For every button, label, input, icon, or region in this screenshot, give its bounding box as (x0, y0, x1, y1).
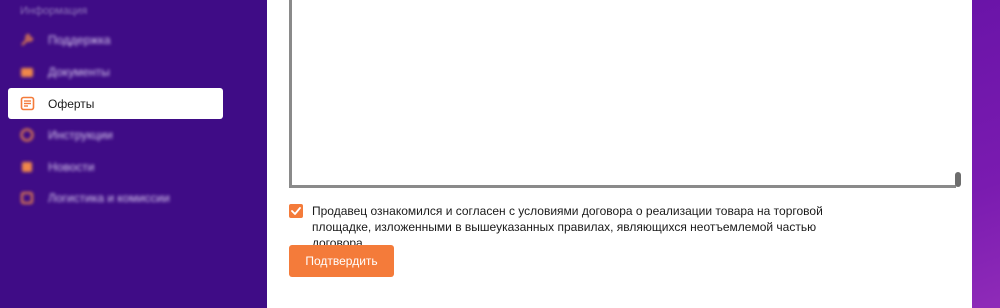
document-icon (19, 96, 35, 112)
sidebar-item-label: Документы (48, 64, 110, 79)
sidebar-item-label: Новости (48, 159, 95, 174)
background-gradient-strip (972, 0, 1000, 308)
sidebar-item-label: Оферты (48, 96, 95, 111)
folder-icon (19, 64, 35, 80)
offer-text-area[interactable] (289, 0, 956, 188)
sidebar-item-support[interactable]: Поддержка (8, 24, 223, 55)
sidebar-item-label: Логистика и комиссии (48, 190, 170, 205)
sidebar: Информация Поддержка Документы Оферты Ин… (0, 0, 266, 308)
sidebar-item-documents[interactable]: Документы (8, 56, 223, 87)
agreement-row: Продавец ознакомился и согласен с услови… (289, 203, 872, 251)
box-icon (19, 190, 35, 206)
sidebar-section-label: Информация (20, 5, 88, 17)
confirm-button[interactable]: Подтвердить (289, 245, 394, 277)
sidebar-item-label: Инструкции (48, 127, 113, 142)
sidebar-item-offers[interactable]: Оферты (8, 88, 223, 119)
sidebar-item-news[interactable]: Новости (8, 151, 223, 182)
sidebar-item-logistics[interactable]: Логистика и комиссии (8, 182, 223, 213)
agreement-text: Продавец ознакомился и согласен с услови… (312, 204, 823, 250)
offer-panel: Продавец ознакомился и согласен с услови… (267, 0, 972, 308)
wrench-icon (19, 32, 35, 48)
sidebar-item-instructions[interactable]: Инструкции (8, 119, 223, 150)
checkmark-icon (291, 207, 301, 215)
book-icon (19, 127, 35, 143)
news-icon (19, 159, 35, 175)
agree-checkbox[interactable] (289, 204, 303, 218)
scrollbar-thumb[interactable] (955, 172, 961, 187)
sidebar-item-label: Поддержка (48, 32, 111, 47)
